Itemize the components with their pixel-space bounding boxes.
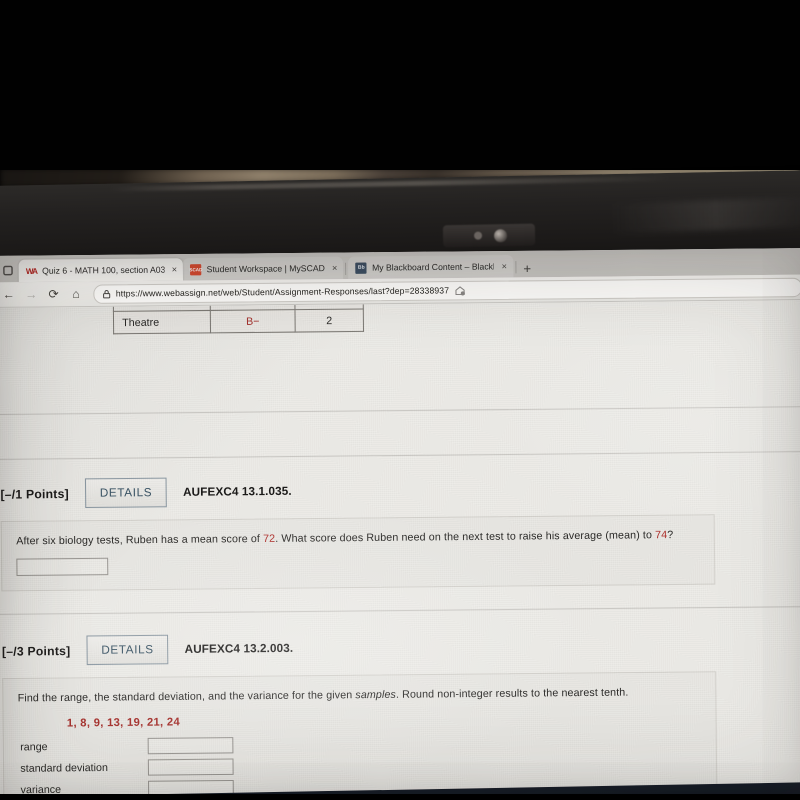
question-text: After six biology tests, Ruben has a mea… (16, 528, 700, 550)
tab-close-icon[interactable]: × (330, 262, 340, 272)
tab-title: Quiz 6 - MATH 100, section A03 (42, 264, 165, 276)
grade-cell: B− (210, 309, 296, 333)
site-settings-icon[interactable] (454, 285, 465, 296)
tab-close-icon[interactable]: × (499, 261, 509, 271)
photo-of-laptop-screen: WA Quiz 6 - MATH 100, section A03 × SCAD… (0, 0, 800, 800)
letterbox-bottom (0, 794, 800, 800)
range-input[interactable] (147, 737, 234, 755)
bezel-sheen (610, 196, 800, 234)
back-icon[interactable]: ← (0, 284, 19, 305)
units-cell: 2 (294, 308, 364, 333)
tab-title: My Blackboard Content – Blackb (371, 261, 495, 273)
q2-part-2: . Round non-integer results to the neare… (395, 686, 629, 701)
q1-value-mean: 72 (263, 532, 276, 546)
points-label: [–/3 Points] (1, 643, 71, 659)
browser-tab-2[interactable]: Bb My Blackboard Content – Blackb × (348, 254, 514, 280)
tab-divider (345, 262, 347, 275)
answer-input[interactable] (16, 557, 109, 577)
details-button[interactable]: DETAILS (86, 634, 169, 666)
tab-title: Student Workspace | MySCAD (206, 262, 325, 275)
lock-icon (103, 289, 111, 298)
question-text: Find the range, the standard deviation, … (18, 685, 702, 707)
webassign-icon: WA (25, 266, 38, 276)
q1-part-2: . What score does Ruben need on the next… (275, 529, 656, 545)
field-label: range (20, 741, 48, 754)
sample-data-values: 1, 8, 9, 13, 19, 21, 24 (66, 716, 181, 730)
letterbox-top (0, 0, 800, 170)
section-divider (0, 451, 800, 460)
question-block-1: [–/1 Points] DETAILS AUFEXC4 13.1.035. A… (0, 471, 800, 592)
blackboard-icon: Bb (355, 262, 367, 274)
q1-part-0: After six biology tests, Ruben has a mea… (16, 532, 264, 548)
address-bar[interactable]: https://www.webassign.net/web/Student/As… (93, 277, 800, 304)
table-row: Theatre B− 2 (113, 308, 364, 334)
field-row-standard-deviation: standard deviation (20, 754, 701, 777)
tab-search-icon[interactable] (0, 260, 19, 281)
home-icon[interactable]: ⌂ (66, 284, 87, 305)
browser-tab-1[interactable]: SCAD Student Workspace | MySCAD × (183, 256, 344, 281)
question-block-2: [–/3 Points] DETAILS AUFEXC4 13.2.003. F… (0, 629, 800, 800)
reload-icon[interactable]: ⟳ (43, 284, 64, 305)
laptop-screen: WA Quiz 6 - MATH 100, section A03 × SCAD… (0, 248, 800, 800)
browser-tab-0[interactable]: WA Quiz 6 - MATH 100, section A03 × (18, 258, 184, 283)
question-code: AUFEXC4 13.2.003. (184, 642, 294, 656)
question-header: [–/1 Points] DETAILS AUFEXC4 13.1.035. (0, 471, 800, 508)
question-header: [–/3 Points] DETAILS AUFEXC4 13.2.003. (0, 629, 800, 666)
q2-part-0: Find the range, the standard deviation, … (17, 689, 356, 705)
standard-deviation-input[interactable] (147, 758, 234, 776)
new-tab-button[interactable]: + (518, 261, 536, 277)
field-row-range: range (20, 733, 701, 756)
q2-emphasis: samples (355, 688, 397, 702)
tab-divider (515, 261, 517, 274)
section-divider (0, 606, 800, 615)
tab-close-icon[interactable]: × (170, 264, 180, 274)
field-label: standard deviation (20, 761, 108, 776)
scad-icon: SCAD (189, 263, 202, 275)
q1-value-target: 74 (655, 528, 668, 542)
section-divider (0, 406, 800, 416)
points-label: [–/1 Points] (0, 486, 69, 502)
forward-icon[interactable]: → (21, 284, 42, 305)
url-text[interactable]: https://www.webassign.net/web/Student/As… (116, 285, 449, 298)
subject-cell: Theatre (113, 310, 211, 334)
details-button[interactable]: DETAILS (85, 477, 167, 508)
question-body: Find the range, the standard deviation, … (2, 671, 718, 800)
webassign-page: French C− 3 Theatre B− 2 [–/1 Points] DE… (0, 300, 800, 800)
webcam-housing (442, 223, 536, 248)
question-body: After six biology tests, Ruben has a mea… (0, 514, 716, 592)
question-code: AUFEXC4 13.1.035. (183, 485, 292, 499)
q1-part-4: ? (667, 528, 674, 542)
